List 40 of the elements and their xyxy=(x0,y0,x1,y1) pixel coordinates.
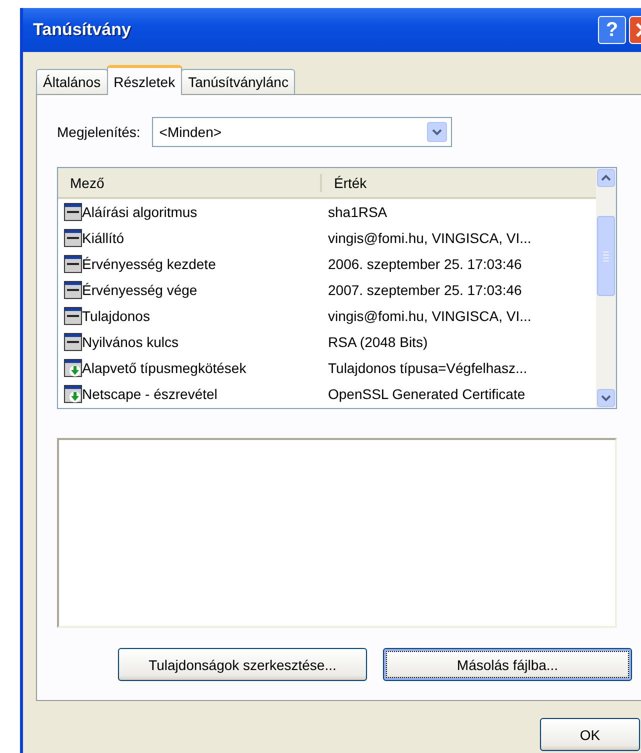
field-icon xyxy=(64,203,82,221)
field-value: sha1RSA xyxy=(327,204,388,220)
action-button[interactable]: Másolás fájlba... xyxy=(383,648,632,681)
field-name[interactable]: Alapvető típusmegkötések xyxy=(82,360,246,376)
field-icon xyxy=(64,281,82,299)
show-dropdown[interactable]: <Minden> xyxy=(152,117,452,147)
field-icon xyxy=(64,229,82,247)
ok-button[interactable]: OK xyxy=(540,718,640,751)
field-icon xyxy=(64,333,82,351)
scroll-thumb[interactable] xyxy=(597,216,615,296)
field-icon xyxy=(64,255,82,273)
column-header[interactable]: Mező xyxy=(58,174,322,192)
scrollbar[interactable] xyxy=(596,168,616,408)
field-value: Tulajdonos típusa=Végfelhasz... xyxy=(327,360,528,376)
tab[interactable]: Részletek xyxy=(106,65,182,95)
column-header[interactable]: Érték xyxy=(322,168,596,197)
field-name[interactable]: Tulajdonos xyxy=(82,308,150,324)
field-name[interactable]: Aláírási algoritmus xyxy=(82,204,198,220)
field-name[interactable]: Érvényesség kezdete xyxy=(82,256,216,272)
field-value: 2007. szeptember 25. 17:03:46 xyxy=(327,282,523,298)
scroll-down-icon[interactable] xyxy=(597,389,615,407)
extension-icon xyxy=(64,359,82,377)
field-name[interactable]: Netscape - észrevétel xyxy=(82,386,218,402)
tab[interactable]: Általános xyxy=(36,69,108,94)
extension-icon xyxy=(64,385,82,403)
tab[interactable]: Tanúsítványlánc xyxy=(181,69,296,94)
field-value: 2006. szeptember 25. 17:03:46 xyxy=(327,256,523,272)
field-name[interactable]: Nyilvános kulcs xyxy=(82,334,178,350)
field-name[interactable]: Érvényesség vége xyxy=(82,282,198,298)
field-value: RSA (2048 Bits) xyxy=(327,334,429,350)
scroll-up-icon[interactable] xyxy=(597,169,615,187)
field-value: vingis@fomi.hu, VINGISCA, VI... xyxy=(327,308,532,324)
field-icon xyxy=(64,307,82,325)
show-label: Megjelenítés: xyxy=(57,124,140,140)
window-title: Tanúsítvány xyxy=(33,20,131,40)
field-value: OpenSSL Generated Certificate xyxy=(327,386,526,402)
field-value: vingis@fomi.hu, VINGISCA, VI... xyxy=(327,230,532,246)
action-button[interactable]: Tulajdonságok szerkesztése... xyxy=(118,648,367,681)
help-button[interactable]: ? xyxy=(598,16,626,44)
field-name[interactable]: Kiállító xyxy=(82,230,124,246)
